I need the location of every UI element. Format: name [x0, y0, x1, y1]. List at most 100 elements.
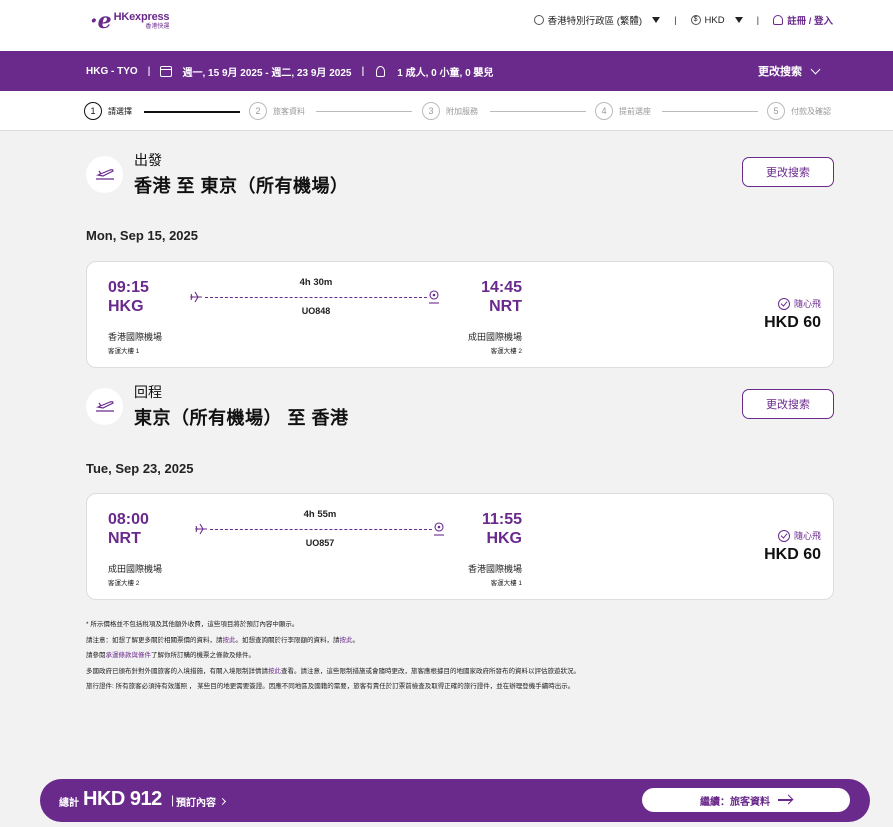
step-connector	[490, 111, 586, 112]
arrival-airport: 香港國際機場	[467, 564, 522, 574]
step-number: 1	[84, 102, 102, 120]
inbound-modify-button[interactable]: 更改搜索	[742, 389, 834, 419]
fare-type-tag: 隨心飛	[777, 297, 821, 310]
caret-down-icon	[734, 17, 743, 23]
arrival-terminal: 客運大樓 2	[490, 348, 522, 355]
check-circle-icon	[777, 529, 790, 542]
step-label: 旅客資料	[273, 106, 305, 116]
step-label: 附加服務	[446, 106, 478, 116]
hk-express-logo[interactable]: ·e HKexpress 香港快運	[90, 8, 170, 34]
region-selector[interactable]: 香港特別行政區 (繁體)	[533, 13, 661, 27]
dollar-icon: $	[690, 15, 701, 25]
user-icon	[773, 15, 784, 25]
search-summary-bar: HKG - TYO | 週一, 15 9月 2025 - 週二, 23 9月 2…	[0, 51, 893, 91]
outbound-flight-card[interactable]: 09:15 HKG 香港國際機場 客運大樓 1 4h 30m UO848 14:…	[86, 261, 834, 368]
outbound-date: Mon, Sep 15, 2025	[86, 228, 198, 243]
passenger-icon	[376, 65, 386, 77]
conditions-of-carriage-link[interactable]: 承運條款與條件	[106, 652, 152, 659]
departure-terminal: 客運大樓 1	[108, 348, 140, 355]
divider: |	[674, 14, 677, 26]
top-header: ·e HKexpress 香港快運 香港特別行政區 (繁體) | $ HKD |…	[0, 0, 893, 51]
step-connector	[316, 111, 412, 112]
checkout-bar: 總計 HKD 912 | 預訂內容 繼續：旅客資料	[40, 779, 870, 822]
search-passengers: 1 成人, 0 小童, 0 嬰兒	[397, 67, 494, 79]
logo-mark-icon: ·e	[90, 8, 112, 34]
fare-type-label: 隨心飛	[793, 299, 821, 309]
divider: |	[171, 793, 175, 807]
note-fare-info: 請注意：如想了解更多關於相關票價的資料，請按此。如想查詢關於行李限額的資料，請按…	[86, 636, 806, 645]
outbound-route: 香港 至 東京（所有機場）	[134, 176, 349, 196]
departure-airport: 香港國際機場	[108, 332, 163, 342]
step-passenger-info: 2 旅客資料	[249, 102, 305, 120]
arrival-terminal: 客運大樓 1	[490, 580, 522, 587]
note-conditions: 請參閱承運條款與條件了解你所訂購的機票之條款及條件。	[86, 651, 806, 660]
departure-time: 08:00	[108, 511, 149, 528]
note-text: 多國政府已頒布針對外國旅客的入境措施，有關入境限制詳情請	[86, 667, 268, 675]
plane-icon	[190, 291, 202, 303]
note-text: 請參閱	[86, 652, 106, 660]
baggage-info-link[interactable]: 按此	[340, 637, 353, 644]
total-price: HKD 912	[83, 788, 162, 810]
calendar-icon	[160, 65, 173, 77]
step-number: 2	[249, 102, 267, 120]
departure-code: HKG	[108, 298, 144, 315]
fare-price: HKD 60	[764, 314, 821, 331]
note-text: 了解你所訂購的機票之條款及條件。	[151, 652, 255, 660]
arrival-time: 14:45	[481, 279, 522, 296]
step-select[interactable]: 1 請選擇	[84, 102, 132, 120]
note-entry-restrictions: 多國政府已頒布針對外國旅客的入境措施，有關入境限制詳情請按此查看。請注意，這些限…	[86, 667, 806, 676]
chevron-right-icon	[218, 797, 227, 806]
departure-terminal: 客運大樓 2	[108, 580, 140, 587]
caret-down-icon	[652, 17, 661, 23]
step-label: 提前選座	[619, 106, 651, 116]
destination-pin-icon	[434, 522, 444, 536]
total-label: 總計	[59, 798, 79, 809]
inbound-header: 回程 東京（所有機場） 至 香港	[86, 382, 349, 430]
arrival-code: HKG	[486, 530, 522, 547]
destination-pin-icon	[429, 290, 439, 304]
fare-info-link[interactable]: 按此	[223, 637, 236, 644]
modify-search-toggle[interactable]: 更改搜索	[758, 51, 821, 91]
outbound-type: 出發	[134, 152, 162, 168]
plane-icon	[195, 523, 207, 535]
chevron-down-icon	[810, 64, 821, 74]
currency-selector[interactable]: $ HKD	[690, 14, 743, 26]
divider: |	[756, 14, 760, 26]
divider: |	[361, 65, 365, 77]
step-add-ons: 3 附加服務	[422, 102, 478, 120]
step-seat-selection: 4 提前選座	[595, 102, 651, 120]
inbound-route: 東京（所有機場） 至 香港	[134, 408, 349, 428]
continue-label: 繼續：旅客資料	[700, 796, 770, 808]
fare-notes: * 所示價格並不包括稅項及其他額外收費，這些項目將於預訂內容中顯示。 請注意：如…	[86, 620, 806, 698]
entry-restrictions-link[interactable]: 按此	[268, 668, 281, 675]
takeoff-icon	[86, 155, 123, 193]
arrival-code: NRT	[489, 298, 522, 315]
currency-label: HKD	[704, 14, 725, 26]
step-number: 4	[595, 102, 613, 120]
note-text: 。	[352, 636, 360, 644]
note-text: 請注意：如想了解更多關於相關票價的資料，請	[86, 636, 223, 644]
step-payment: 5 付款及確認	[767, 102, 831, 120]
arrow-right-icon	[778, 799, 792, 801]
step-connector	[662, 111, 758, 112]
note-taxes: * 所示價格並不包括稅項及其他額外收費，這些項目將於預訂內容中顯示。	[86, 621, 299, 628]
arrival-airport: 成田國際機場	[467, 332, 522, 342]
flight-duration: 4h 30m	[299, 277, 333, 288]
step-label: 付款及確認	[791, 106, 831, 116]
departure-code: NRT	[108, 530, 141, 547]
login-label: 註冊 / 登入	[787, 16, 833, 27]
step-number: 5	[767, 102, 785, 120]
inbound-flight-card[interactable]: 08:00 NRT 成田國際機場 客運大樓 2 4h 55m UO857 11:…	[86, 493, 834, 600]
login-link[interactable]: 註冊 / 登入	[773, 13, 833, 27]
fare-price: HKD 60	[764, 546, 821, 563]
note-travel-documents: 旅行證件: 所有旅客必須持有效護照 ， 某些目的地更需要簽證。因應不同地區及國籍…	[86, 683, 575, 691]
logo-sub: 香港快運	[145, 24, 170, 30]
flight-number: UO848	[301, 306, 331, 316]
inbound-date: Tue, Sep 23, 2025	[86, 461, 194, 476]
globe-icon	[533, 15, 544, 25]
outbound-modify-button[interactable]: 更改搜索	[742, 157, 834, 187]
booking-details-link[interactable]: 預訂內容	[176, 794, 227, 809]
note-text: 。如想查詢關於行李限額的資料，請	[235, 636, 340, 644]
search-route: HKG - TYO	[86, 65, 138, 77]
continue-button[interactable]: 繼續：旅客資料	[642, 788, 850, 812]
